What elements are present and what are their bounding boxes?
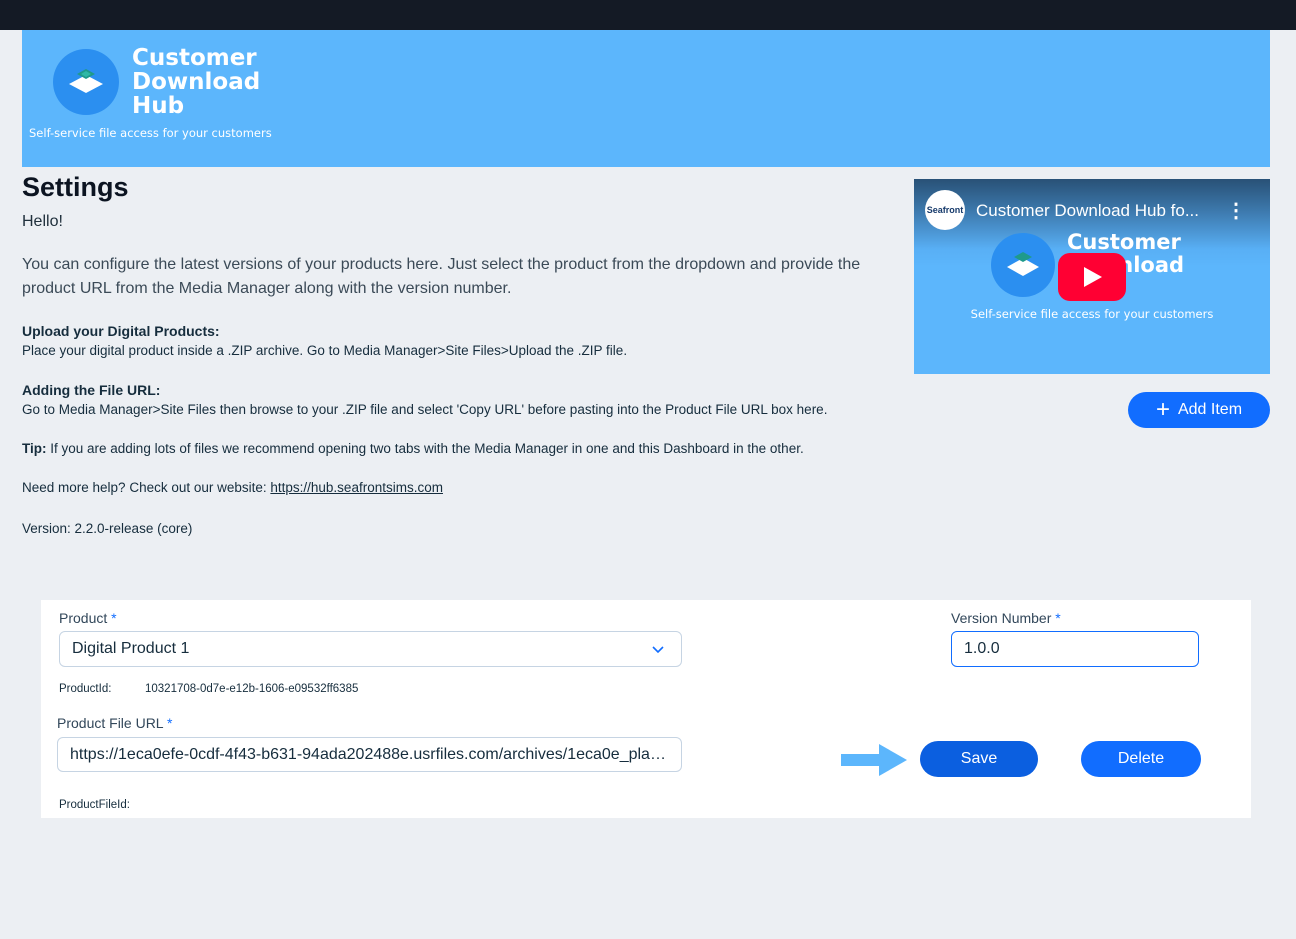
file-url-heading: Adding the File URL:: [22, 382, 161, 398]
tip-body: If you are adding lots of files we recom…: [46, 441, 804, 456]
upload-text: Place your digital product inside a .ZIP…: [22, 343, 628, 358]
plus-icon: +: [1155, 396, 1170, 423]
app-tagline: Self-service file access for your custom…: [29, 126, 272, 140]
header-banner: Customer Download Hub Self-service file …: [22, 30, 1270, 167]
file-url-label: Product File URL *: [57, 715, 172, 731]
video-tagline: Self-service file access for your custom…: [970, 307, 1214, 321]
app-logo: [53, 49, 119, 115]
product-label-text: Product: [59, 610, 108, 626]
product-dropdown[interactable]: Digital Product 1: [59, 631, 682, 667]
chevron-down-icon: [652, 646, 664, 654]
product-id-label: ProductId:: [59, 683, 112, 695]
more-options-icon[interactable]: ⋮: [1226, 199, 1246, 223]
help-line: Need more help? Check out our website: h…: [22, 480, 443, 495]
required-mark: *: [111, 610, 117, 626]
app-name-line: Customer: [132, 45, 257, 71]
product-selected-value: Digital Product 1: [72, 640, 190, 657]
file-url-text: Go to Media Manager>Site Files then brow…: [22, 402, 828, 417]
add-item-button[interactable]: + Add Item: [1128, 392, 1270, 428]
channel-avatar[interactable]: Seafront: [925, 190, 965, 230]
greeting: Hello!: [22, 213, 63, 230]
layers-icon: [69, 69, 103, 93]
play-icon: [1084, 267, 1102, 287]
required-mark: *: [1055, 610, 1061, 626]
delete-button[interactable]: Delete: [1081, 741, 1201, 777]
video-title[interactable]: Customer Download Hub fo...: [976, 201, 1226, 221]
product-file-url-input[interactable]: [57, 737, 682, 772]
save-button[interactable]: Save: [920, 741, 1038, 777]
tip-text: Tip: If you are adding lots of files we …: [22, 441, 804, 456]
video-logo: [991, 233, 1055, 297]
video-brand-line: Customer: [1067, 230, 1181, 254]
product-id-value: 10321708-0d7e-e12b-1606-e09532ff6385: [145, 683, 359, 695]
help-text: Need more help? Check out our website:: [22, 480, 271, 495]
app-name: Customer Download Hub: [132, 46, 260, 118]
tip-label: Tip:: [22, 441, 47, 456]
play-button[interactable]: [1058, 253, 1126, 301]
version-label: Version Number *: [951, 610, 1061, 626]
app-name-line: Download: [132, 69, 261, 95]
upload-heading: Upload your Digital Products:: [22, 323, 220, 339]
version-number-input[interactable]: [951, 631, 1199, 667]
file-url-label-text: Product File URL: [57, 715, 164, 731]
video-embed[interactable]: Customer Download Seafront Customer Down…: [914, 179, 1270, 374]
help-link[interactable]: https://hub.seafrontsims.com: [270, 480, 443, 495]
app-name-line: Hub: [132, 93, 185, 119]
version-text: Version: 2.2.0-release (core): [22, 521, 193, 536]
add-item-label: Add Item: [1177, 401, 1243, 418]
product-label: Product *: [59, 610, 117, 626]
version-label-text: Version Number: [951, 610, 1052, 626]
intro-text: You can configure the latest versions of…: [22, 256, 861, 297]
layers-icon: [1007, 252, 1039, 276]
product-file-id-label: ProductFileId:: [59, 799, 130, 811]
top-bar: [0, 0, 1296, 30]
page-title: Settings: [22, 172, 129, 202]
required-mark: *: [166, 715, 173, 731]
arrow-right-icon: [841, 744, 907, 776]
product-form-card: Product * Digital Product 1 ProductId: 1…: [41, 600, 1251, 818]
